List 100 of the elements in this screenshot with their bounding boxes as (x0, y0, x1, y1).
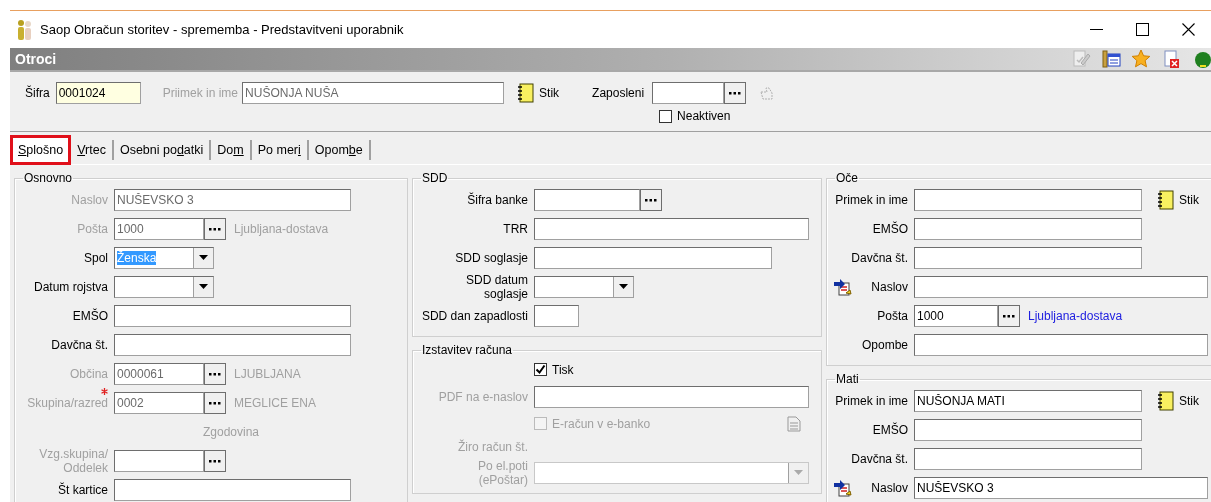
tab[interactable]: Vrtec (71, 140, 114, 160)
text-field[interactable] (114, 304, 351, 327)
field-label: Opombe (861, 337, 909, 352)
star-icon (1131, 49, 1151, 69)
text-field[interactable]: NUŠONJA MATI (914, 389, 1142, 412)
caret-icon (794, 470, 803, 475)
tab[interactable]: Opombe (308, 140, 371, 160)
copy-icon[interactable] (833, 478, 853, 497)
maximize-icon (1135, 23, 1149, 36)
lookup-field[interactable]: 1000 (914, 304, 998, 327)
ellipsis-icon (209, 371, 221, 376)
field-label: PDF na e-naslov (438, 389, 529, 404)
field-label: SDD soglasje (455, 250, 529, 265)
text-field[interactable] (534, 246, 772, 269)
field-label: Št kartice (58, 482, 109, 497)
field-label: Občina (69, 366, 109, 381)
text-field[interactable] (914, 188, 1142, 211)
text-field[interactable] (114, 478, 351, 501)
checkbox[interactable] (659, 109, 673, 123)
browse-button[interactable] (998, 304, 1020, 327)
field-label: Davčna št. (851, 451, 909, 466)
stik-link[interactable]: Stik (1156, 390, 1199, 411)
notebook-icon (516, 83, 535, 103)
field-label: Spol (83, 250, 109, 265)
browse-button[interactable] (204, 217, 226, 240)
group-title: Oče (835, 171, 859, 185)
text-field[interactable] (914, 447, 1142, 470)
star-button[interactable] (1131, 49, 1151, 69)
text-field[interactable] (914, 418, 1142, 441)
browse-button[interactable] (204, 391, 226, 414)
text-field[interactable] (114, 333, 351, 356)
field-label: EMŠO (872, 422, 909, 437)
checkbox[interactable] (534, 363, 547, 376)
ellipsis-icon (1003, 313, 1015, 318)
dropdown[interactable] (534, 275, 634, 298)
lookup-field[interactable] (534, 188, 640, 211)
ellipsis-icon (209, 400, 221, 405)
text-field[interactable] (534, 217, 809, 240)
browse-button[interactable] (204, 362, 226, 385)
ellipsis-icon (729, 91, 742, 95)
form-title: Otroci (14, 51, 58, 67)
group-title: Osnovno (23, 171, 74, 185)
tab[interactable]: Splošno (12, 137, 70, 163)
field-label: Priimek in ime (162, 86, 239, 100)
caret-icon (199, 284, 208, 289)
browse-button[interactable] (204, 449, 226, 472)
field-label: SDD datum soglasje (465, 272, 529, 301)
check-icon (535, 364, 546, 375)
stik-link[interactable]: Stik (1156, 189, 1199, 210)
close-icon (1181, 23, 1195, 36)
field-label: Datum rojstva (33, 279, 109, 294)
field-label: Davčna št. (851, 250, 909, 265)
field-label: Skupina/razred (27, 395, 114, 410)
checkbox-label: Tisk (552, 362, 574, 377)
field-label: Vzg.skupina/ Oddelek (39, 446, 109, 475)
text-field[interactable]: NUŠEVSKO 3 (914, 476, 1208, 499)
text-field[interactable] (534, 385, 809, 408)
field-label: Po el.poti (ePoštar) (477, 458, 529, 487)
place-link[interactable]: Ljubljana-dostava (1028, 308, 1123, 323)
stik-link[interactable]: Stik (516, 83, 560, 103)
text-field[interactable] (914, 246, 1142, 269)
tab[interactable]: Po meri (251, 140, 309, 160)
group-title: Mati (835, 372, 860, 386)
delete-button[interactable] (1161, 49, 1181, 69)
tab[interactable]: Osebni podatki (113, 140, 212, 160)
field-label: SDD dan zapadlosti (421, 308, 529, 323)
lookup-field[interactable] (114, 449, 204, 472)
ellipsis-icon (645, 197, 657, 202)
code-field[interactable]: 0001024 (55, 82, 141, 104)
caret-icon (619, 284, 628, 289)
group-title: Izstavitev računa (421, 343, 514, 357)
columns-icon (1101, 49, 1121, 69)
field-label: EMŠO (872, 221, 909, 236)
copy-icon[interactable] (833, 277, 853, 296)
text-field[interactable] (914, 275, 1208, 298)
columns-button[interactable] (1101, 49, 1121, 69)
field-label: Zaposleni (592, 86, 645, 100)
place-name: MEGLICE ENA (234, 395, 317, 410)
text-field[interactable] (534, 304, 579, 327)
employee-field[interactable] (652, 82, 725, 104)
tab[interactable]: Dom (211, 140, 252, 160)
field-label: Šifra banke (467, 192, 529, 207)
place-name: Ljubljana-dostava (234, 221, 329, 236)
caret-icon (199, 255, 208, 260)
section-label: Zgodovina (201, 424, 260, 439)
browse-button[interactable] (724, 82, 747, 104)
text-field[interactable] (914, 333, 1208, 356)
browse-button[interactable] (640, 188, 662, 211)
dropdown[interactable] (114, 275, 214, 298)
field-label: TRR (503, 221, 529, 236)
notebook-icon (1156, 390, 1174, 411)
field-label: Naslov (871, 480, 909, 495)
text-field[interactable] (914, 217, 1142, 240)
field-label: Naslov (871, 279, 909, 294)
window-title: Saop Obračun storitev - sprememba - Predstavitveni uporabnik (40, 22, 405, 37)
field-label: Primek in ime (835, 192, 909, 207)
field-label: EMŠO (72, 308, 109, 323)
checkbox-label: E-račun v e-banko (552, 416, 651, 431)
field-label: Žiro račun št. (457, 440, 529, 454)
field-label: Pošta (877, 308, 909, 323)
